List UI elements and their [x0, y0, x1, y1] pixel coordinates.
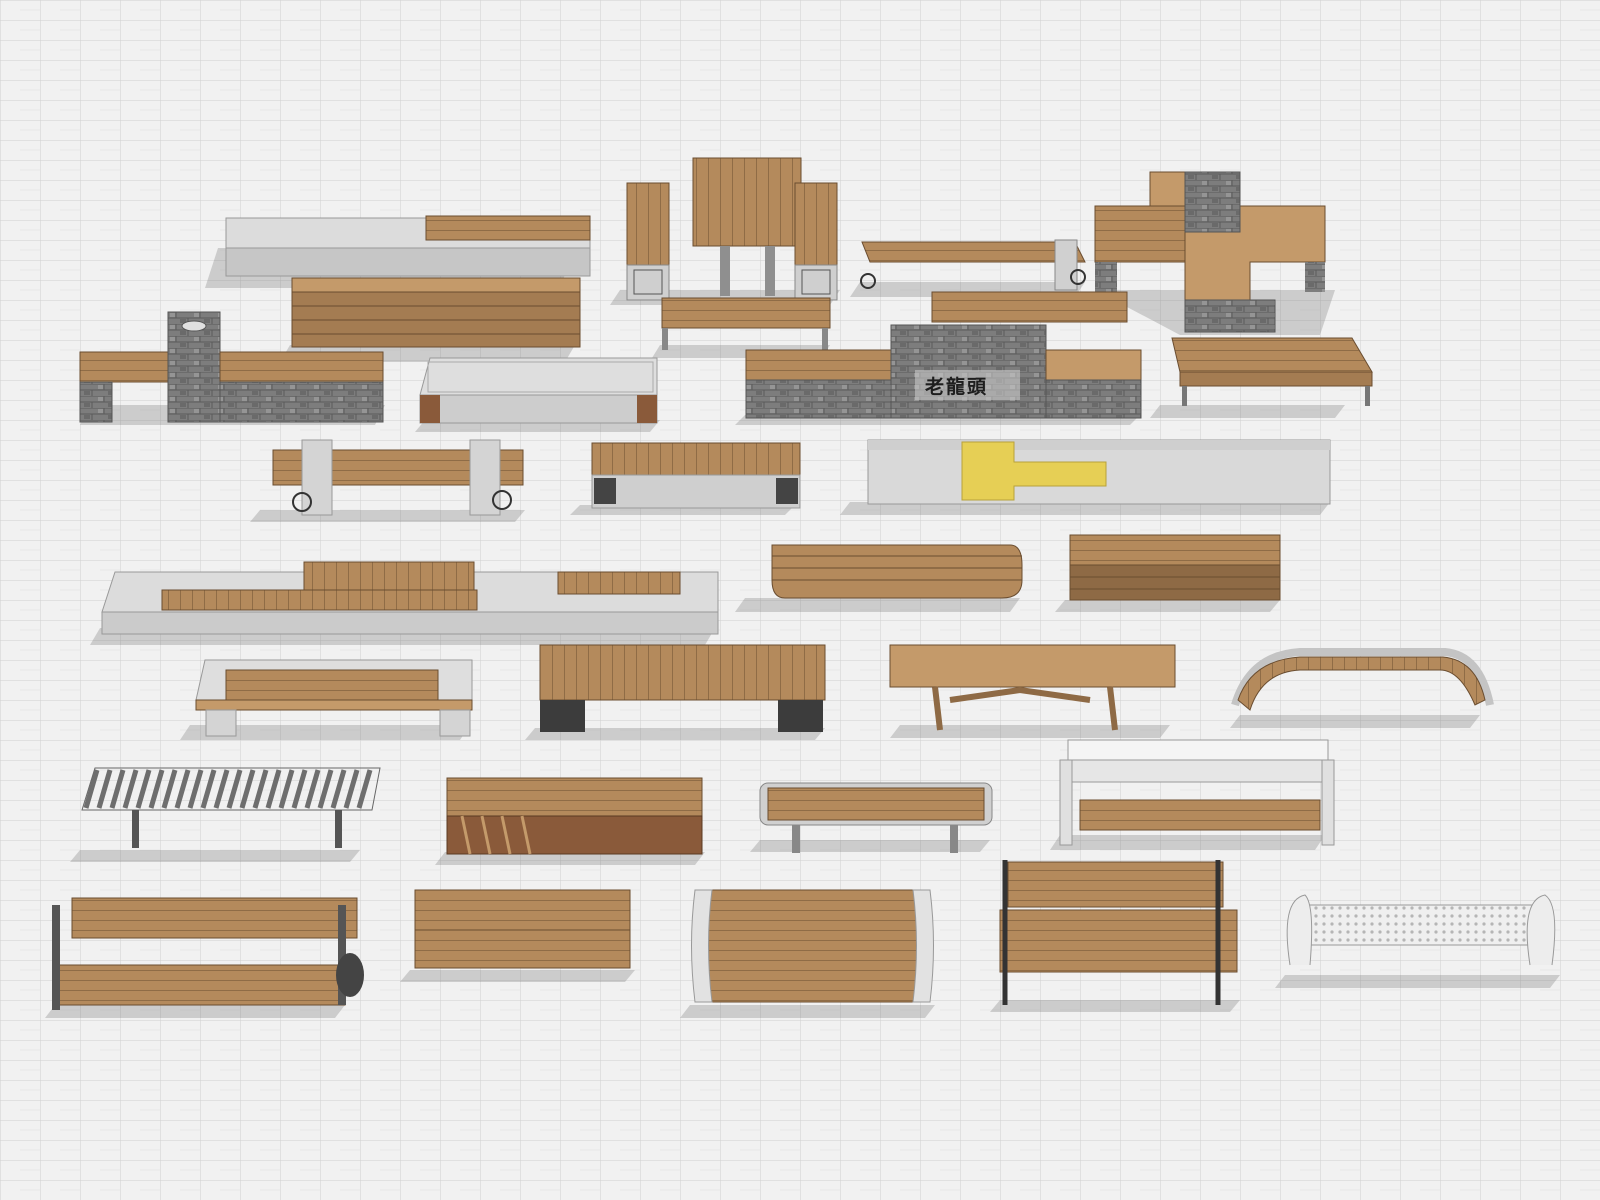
granite-edged-wood-bench[interactable]: [750, 782, 993, 853]
wood-slat-granite-block-ornamented[interactable]: [570, 442, 801, 515]
wood-bench-with-corten-base[interactable]: [435, 777, 705, 865]
granite-frame-wood-slat-bench[interactable]: [180, 659, 473, 740]
long-timber-block-bench[interactable]: [280, 277, 581, 362]
bench-catalogue-scene: 老龍頭: [0, 0, 1600, 1200]
granite-block-bench[interactable]: [415, 357, 660, 432]
long-granite-ledge-with-wood-seats[interactable]: [90, 561, 719, 645]
slatted-wood-bench-metal-legs[interactable]: [1150, 337, 1373, 418]
curved-timber-log-bench[interactable]: [735, 544, 1023, 612]
granite-ledge-with-yellow-inlay[interactable]: [840, 439, 1331, 515]
sign-text: 老龍頭: [925, 375, 988, 398]
solid-timber-box-bench[interactable]: [1055, 534, 1281, 612]
slatted-backed-wood-bench[interactable]: [400, 889, 635, 982]
granite-ledge-bench-with-wood-top[interactable]: [205, 215, 591, 288]
steel-frame-wood-bench[interactable]: [652, 297, 831, 358]
curved-granite-end-wood-bench[interactable]: [680, 889, 935, 1018]
